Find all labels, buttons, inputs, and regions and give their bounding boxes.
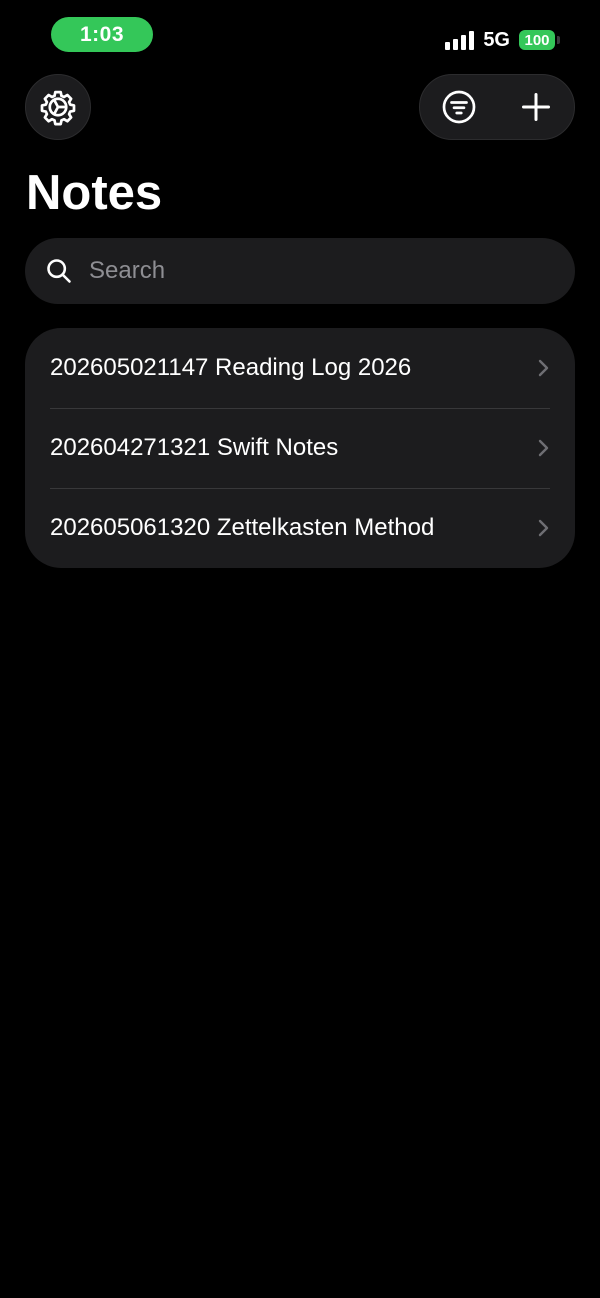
- gear-icon: [40, 90, 76, 126]
- search-icon: [47, 259, 71, 283]
- cellular-signal-icon: [445, 30, 475, 50]
- battery-icon: 100: [519, 30, 560, 50]
- status-indicators: 5G 100: [445, 27, 560, 53]
- note-list-item[interactable]: 202605021147 Reading Log 2026: [25, 328, 575, 408]
- note-list-item[interactable]: 202604271321 Swift Notes: [25, 408, 575, 488]
- note-title: 202605021147 Reading Log 2026: [50, 354, 412, 381]
- settings-button[interactable]: [25, 74, 91, 140]
- filter-button[interactable]: [420, 75, 497, 139]
- add-note-button[interactable]: [497, 75, 574, 139]
- note-list-item[interactable]: 202605061320 Zettelkasten Method: [25, 488, 575, 568]
- status-time: 1:03: [79, 22, 125, 46]
- chevron-right-icon: [537, 518, 549, 538]
- battery-level: 100: [519, 30, 555, 50]
- chevron-right-icon: [537, 358, 549, 378]
- plus-icon: [521, 93, 550, 121]
- note-title: 202605061320 Zettelkasten Method: [50, 514, 435, 541]
- battery-nub: [557, 36, 560, 44]
- status-time-pill: 1:03: [51, 17, 153, 52]
- page-title: Notes: [26, 166, 163, 220]
- search-input[interactable]: [87, 256, 531, 286]
- network-type: 5G: [483, 28, 510, 51]
- filter-icon: [442, 90, 475, 124]
- search-bar[interactable]: [25, 238, 575, 304]
- toolbar-actions: [419, 74, 575, 140]
- notes-list: 202605021147 Reading Log 2026 2026042713…: [25, 328, 575, 568]
- chevron-right-icon: [537, 438, 549, 458]
- note-title: 202604271321 Swift Notes: [50, 434, 339, 461]
